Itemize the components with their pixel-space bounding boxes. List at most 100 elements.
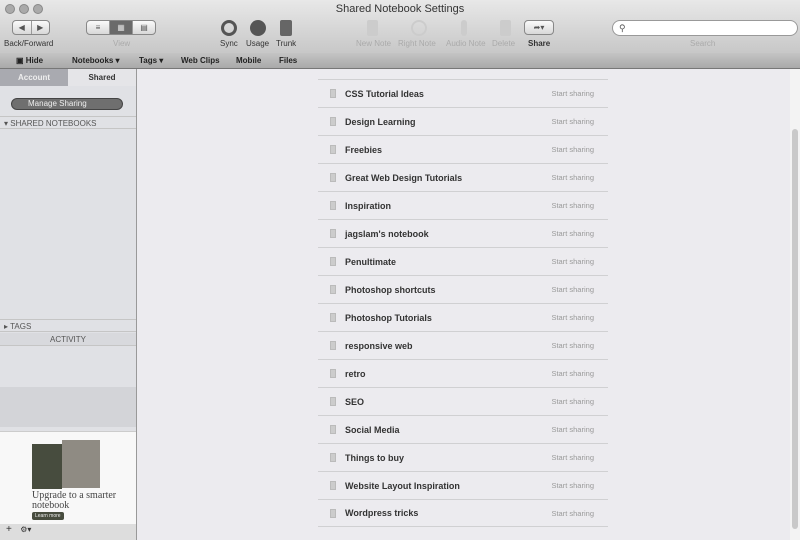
audio-note-button[interactable]: Audio Note <box>446 39 486 48</box>
nav-tags[interactable]: Tags ▾ <box>139 56 163 65</box>
list-view-icon[interactable]: ≡ <box>87 21 110 34</box>
microphone-icon[interactable] <box>461 20 467 36</box>
notebook-row[interactable]: Social Media Start sharing <box>318 415 608 443</box>
search-input[interactable]: ⚲ <box>612 20 798 36</box>
notebook-row[interactable]: retro Start sharing <box>318 359 608 387</box>
usage-icon[interactable] <box>250 20 266 36</box>
back-icon[interactable]: ◀ <box>13 21 32 34</box>
start-sharing-link[interactable]: Start sharing <box>551 509 594 518</box>
start-sharing-link[interactable]: Start sharing <box>551 369 594 378</box>
notebook-row[interactable]: Inspiration Start sharing <box>318 191 608 219</box>
learn-more-button[interactable]: Learn more <box>32 512 64 520</box>
back-forward-control[interactable]: ◀ ▶ <box>12 20 50 35</box>
share-arrow-icon: ➦▾ <box>533 23 545 32</box>
start-sharing-link[interactable]: Start sharing <box>551 173 594 182</box>
start-sharing-link[interactable]: Start sharing <box>551 313 594 322</box>
share-menu[interactable]: ➦▾ <box>524 20 554 35</box>
sync-button[interactable]: Sync <box>220 39 238 48</box>
notebook-name: Design Learning <box>345 116 416 127</box>
usage-button[interactable]: Usage <box>246 39 269 48</box>
activity-panel <box>0 387 136 427</box>
scrollbar-thumb[interactable] <box>792 129 798 529</box>
notebook-row[interactable]: Freebies Start sharing <box>318 135 608 163</box>
tags-header[interactable]: ▸ TAGS <box>0 319 136 332</box>
activity-header: ACTIVITY <box>0 333 136 346</box>
notebook-row[interactable]: Great Web Design Tutorials Start sharing <box>318 163 608 191</box>
notebook-row[interactable]: responsive web Start sharing <box>318 331 608 359</box>
view-control[interactable]: ≡ ▦ ▤ <box>86 20 156 35</box>
view-label: View <box>113 39 131 48</box>
sidebar-footer: + ⚙▾ <box>0 524 136 540</box>
upgrade-promo: Upgrade to a smarter notebook Learn more <box>0 431 136 524</box>
delete-button[interactable]: Delete <box>492 39 515 48</box>
start-sharing-link[interactable]: Start sharing <box>551 257 594 266</box>
notebook-row[interactable]: Wordpress tricks Start sharing <box>318 499 608 527</box>
notebook-icon <box>330 145 336 154</box>
trunk-icon[interactable] <box>280 20 292 36</box>
scrollbar[interactable] <box>790 69 800 540</box>
right-note-icon[interactable] <box>411 20 427 36</box>
notebook-row[interactable]: Photoshop shortcuts Start sharing <box>318 275 608 303</box>
start-sharing-link[interactable]: Start sharing <box>551 229 594 238</box>
start-sharing-link[interactable]: Start sharing <box>551 453 594 462</box>
notebook-row[interactable]: Things to buy Start sharing <box>318 443 608 471</box>
notebook-icon <box>330 257 336 266</box>
shared-notebooks-header[interactable]: ▾ SHARED NOTEBOOKS <box>0 116 136 129</box>
notebook-name: Inspiration <box>345 200 392 211</box>
notebook-icon <box>330 201 336 210</box>
tab-account[interactable]: Account <box>0 69 68 86</box>
start-sharing-link[interactable]: Start sharing <box>551 285 594 294</box>
nav-mobile[interactable]: Mobile <box>236 56 261 65</box>
notebook-icon <box>330 425 336 434</box>
notebook-row[interactable]: CSS Tutorial Ideas Start sharing <box>318 79 608 107</box>
manage-sharing-button[interactable]: Manage Sharing <box>11 98 123 110</box>
notebook-row[interactable]: Penultimate Start sharing <box>318 247 608 275</box>
notebook-illustration <box>32 444 62 489</box>
start-sharing-link[interactable]: Start sharing <box>551 425 594 434</box>
notebook-icon <box>330 173 336 182</box>
notebook-row[interactable]: jagslam's notebook Start sharing <box>318 219 608 247</box>
forward-icon[interactable]: ▶ <box>32 21 50 34</box>
hide-button[interactable]: ▣ Hide <box>16 56 43 65</box>
start-sharing-link[interactable]: Start sharing <box>551 201 594 210</box>
nav-notebooks[interactable]: Notebooks ▾ <box>72 56 120 65</box>
window-title: Shared Notebook Settings <box>335 3 465 15</box>
trunk-button[interactable]: Trunk <box>276 39 296 48</box>
notebook-icon <box>330 453 336 462</box>
start-sharing-link[interactable]: Start sharing <box>551 341 594 350</box>
nav-web-clips[interactable]: Web Clips <box>181 56 220 65</box>
start-sharing-link[interactable]: Start sharing <box>551 145 594 154</box>
new-note-button[interactable]: New Note <box>356 39 391 48</box>
start-sharing-link[interactable]: Start sharing <box>551 481 594 490</box>
card-view-icon[interactable]: ▤ <box>133 21 155 34</box>
notebook-name: Website Layout Inspiration <box>345 480 460 491</box>
new-note-icon[interactable] <box>367 20 378 36</box>
notebook-icon <box>330 397 336 406</box>
notebook-name: Photoshop shortcuts <box>345 284 436 295</box>
notebook-icon <box>330 89 336 98</box>
notebook-list-panel: CSS Tutorial Ideas Start sharing Design Le… <box>138 69 790 540</box>
gear-icon[interactable]: ⚙▾ <box>20 525 31 534</box>
notebook-name: Wordpress tricks <box>345 508 419 518</box>
notebook-name: Great Web Design Tutorials <box>345 172 463 183</box>
snippet-view-icon[interactable]: ▦ <box>110 21 133 34</box>
nav-files[interactable]: Files <box>279 56 297 65</box>
notebook-name: retro <box>345 368 366 379</box>
tab-shared[interactable]: Shared <box>68 69 136 86</box>
start-sharing-link[interactable]: Start sharing <box>551 89 594 98</box>
start-sharing-link[interactable]: Start sharing <box>551 397 594 406</box>
sync-icon[interactable] <box>221 20 237 36</box>
add-button[interactable]: + <box>6 524 12 535</box>
search-icon: ⚲ <box>619 23 626 33</box>
tags-label: TAGS <box>10 322 32 331</box>
right-note-button[interactable]: Right Note <box>398 39 436 48</box>
notebook-name: Things to buy <box>345 452 404 463</box>
back-forward-label: Back/Forward <box>4 39 54 48</box>
notebook-name: SEO <box>345 396 365 407</box>
start-sharing-link[interactable]: Start sharing <box>551 117 594 126</box>
notebook-row[interactable]: Website Layout Inspiration Start sharing <box>318 471 608 499</box>
notebook-row[interactable]: Photoshop Tutorials Start sharing <box>318 303 608 331</box>
trash-icon[interactable] <box>500 20 511 36</box>
notebook-row[interactable]: Design Learning Start sharing <box>318 107 608 135</box>
notebook-row[interactable]: SEO Start sharing <box>318 387 608 415</box>
